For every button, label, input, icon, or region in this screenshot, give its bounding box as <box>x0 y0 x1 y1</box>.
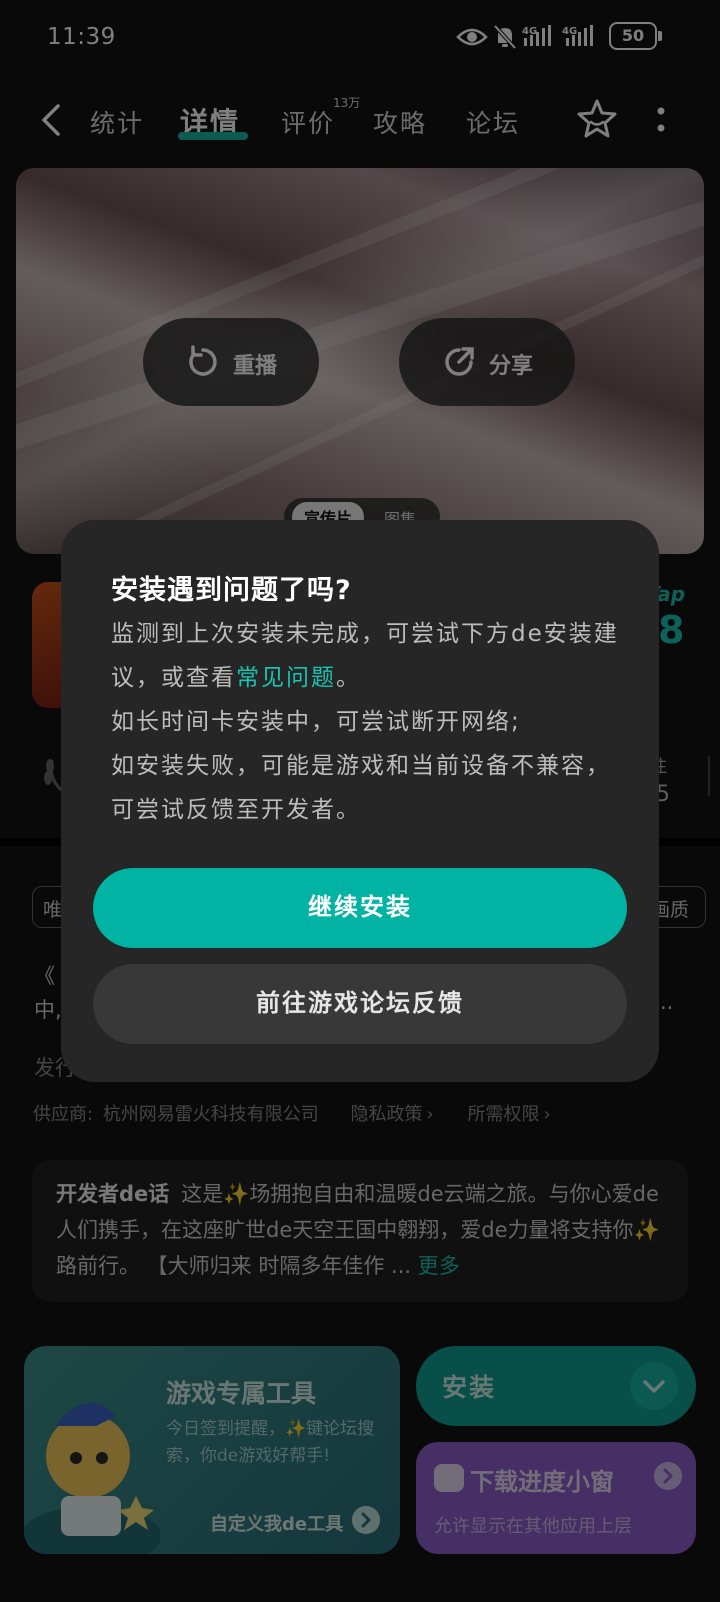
dialog-title: 安装遇到问题了吗? <box>111 575 352 606</box>
faq-link[interactable]: 常见问题 <box>236 665 336 691</box>
continue-install-button[interactable]: 继续安装 <box>93 868 627 948</box>
forum-feedback-button[interactable]: 前往游戏论坛反馈 <box>93 964 627 1044</box>
dialog-body: 监测到上次安装未完成，可尝试下方de安装建议，或查看常见问题。 如长时间卡安装中… <box>111 612 621 832</box>
dialog-text: 。 <box>336 665 361 691</box>
install-problem-dialog: 安装遇到问题了吗? 监测到上次安装未完成，可尝试下方de安装建议，或查看常见问题… <box>61 520 659 1082</box>
dialog-text: 如长时间卡安装中，可尝试断开网络; <box>111 709 521 735</box>
dialog-text: 如安装失败，可能是游戏和当前设备不兼容，可尝试反馈至开发者。 <box>111 753 611 823</box>
dialog-text: 监测到上次安装未完成，可尝试下方de安装建议，或查看 <box>111 621 619 691</box>
